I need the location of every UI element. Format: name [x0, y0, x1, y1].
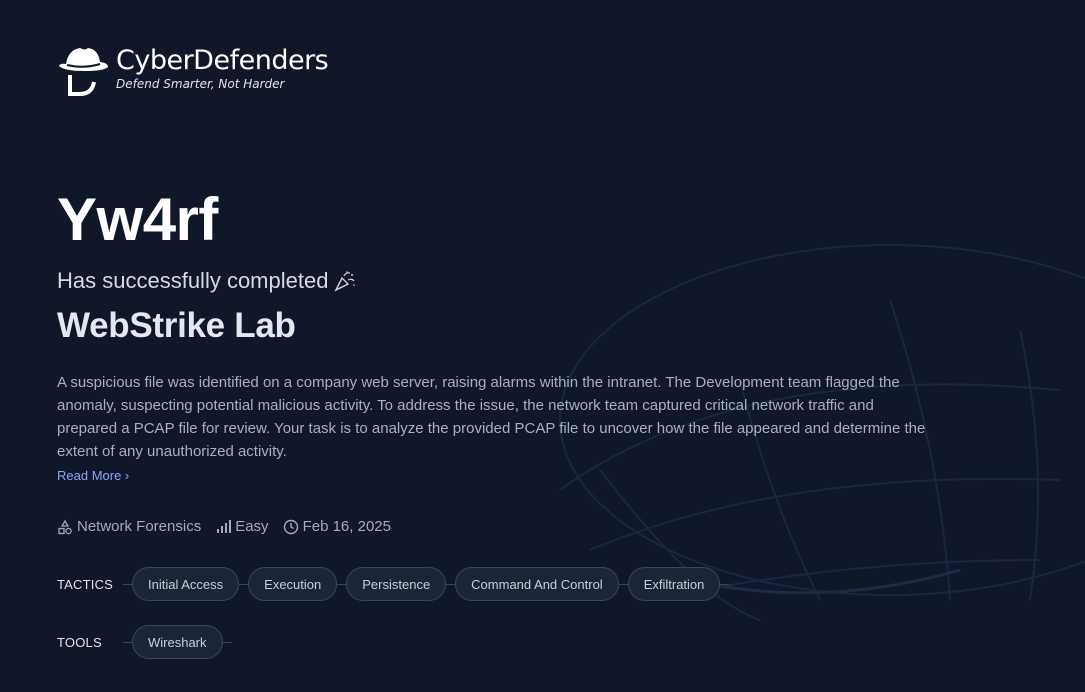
signal-bars-icon	[217, 520, 232, 533]
brand-header[interactable]: CyberDefenders Defend Smarter, Not Harde…	[58, 42, 329, 96]
chip-connector	[720, 583, 730, 585]
tactic-chip-persistence[interactable]: Persistence	[346, 567, 447, 601]
category-label: Network Forensics	[77, 518, 202, 535]
date-label: Feb 16, 2025	[302, 518, 391, 535]
category-meta: Network Forensics	[57, 516, 201, 538]
tactics-row: TACTICS Initial Access Execution Persist…	[57, 567, 730, 601]
tactic-chip-exfiltration[interactable]: Exfiltration	[627, 567, 721, 601]
party-popper-icon	[334, 271, 356, 292]
tools-chips: Wireshark	[123, 625, 232, 659]
tool-chip-wireshark[interactable]: Wireshark	[132, 625, 223, 659]
difficulty-meta: Easy	[215, 516, 269, 538]
tactic-chip-execution[interactable]: Execution	[248, 567, 338, 601]
tools-label: TOOLS	[57, 634, 102, 650]
chip-connector	[239, 583, 249, 585]
difficulty-label: Easy	[235, 518, 269, 535]
read-more-link[interactable]: Read More ›	[57, 467, 129, 485]
chip-connector	[446, 583, 456, 585]
tactic-chip-command-and-control[interactable]: Command And Control	[455, 567, 619, 601]
brand-tagline: Defend Smarter, Not Harder	[116, 77, 285, 91]
lab-title: WebStrike Lab	[57, 306, 296, 345]
chip-connector	[337, 583, 347, 585]
lab-description: A suspicious file was identified on a co…	[57, 374, 926, 460]
lab-meta: Network Forensics Easy Feb 16, 2025	[57, 516, 405, 538]
chip-connector	[123, 641, 132, 643]
completed-text: Has successfully completed	[57, 268, 329, 293]
completion-statement: Has successfully completed	[57, 266, 356, 296]
tools-row: TOOLS Wireshark	[57, 625, 232, 659]
username: Yw4rf	[57, 186, 218, 253]
chip-connector	[123, 583, 132, 585]
shapes-icon	[58, 519, 72, 535]
tactics-chips: Initial Access Execution Persistence Com…	[123, 567, 730, 601]
tactic-chip-initial-access[interactable]: Initial Access	[132, 567, 240, 601]
hat-logo-icon	[59, 48, 108, 96]
tactics-label: TACTICS	[57, 576, 114, 592]
date-meta: Feb 16, 2025	[283, 516, 391, 538]
chip-connector	[222, 641, 232, 643]
chip-connector	[618, 583, 628, 585]
brand-name: CyberDefenders	[116, 45, 329, 76]
clock-icon	[283, 519, 298, 535]
